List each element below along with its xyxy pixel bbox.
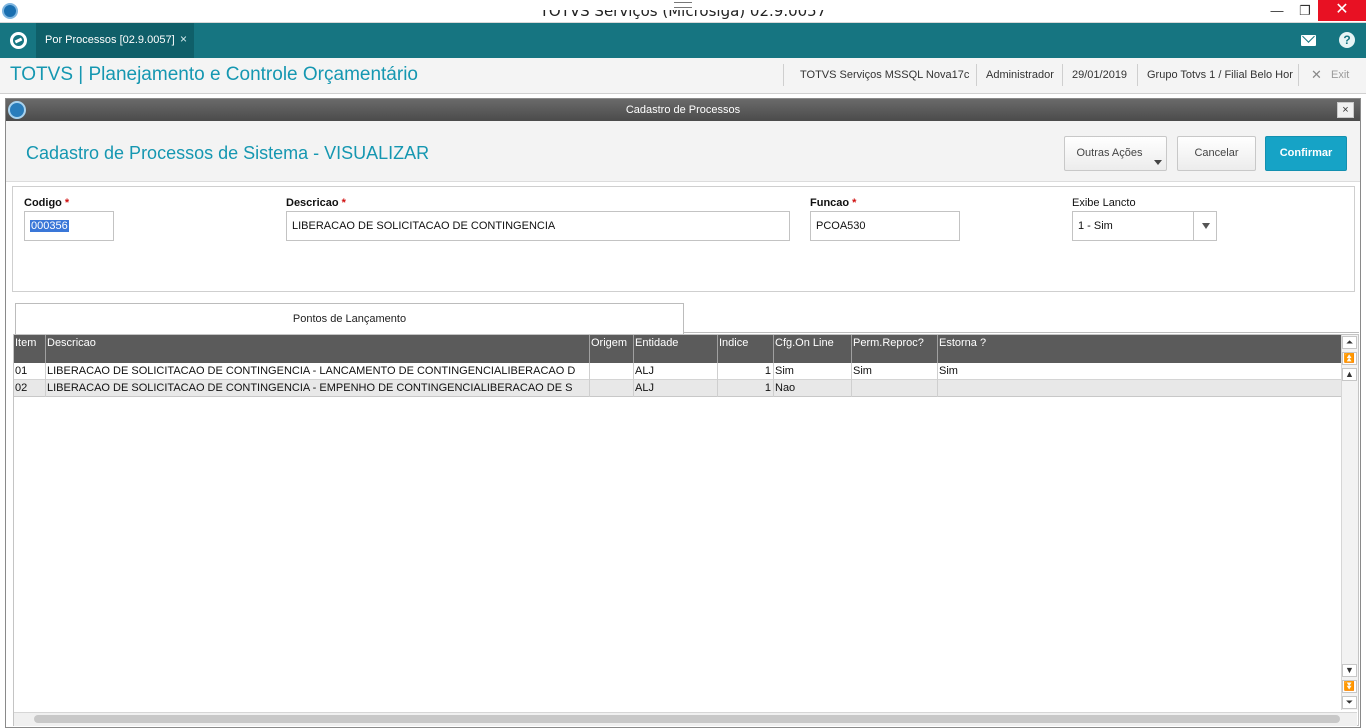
column-header-perm-reproc[interactable]: Perm.Reproc? <box>852 335 937 363</box>
tab-pontos-de-lancamento[interactable]: Pontos de Lançamento <box>15 303 684 334</box>
totvs-logo-icon <box>10 32 27 49</box>
cell-perm-reproc <box>852 380 937 397</box>
app-icon <box>2 3 18 19</box>
funcao-label: Funcao * <box>810 197 857 209</box>
descricao-field[interactable]: LIBERACAO DE SOLICITACAO DE CONTINGENCIA <box>286 211 790 241</box>
column-divider <box>773 335 774 363</box>
cell-estorna: Sim <box>939 365 958 377</box>
mail-icon[interactable] <box>1301 35 1316 46</box>
cell-item: 02 <box>15 382 28 394</box>
scroll-up-icon[interactable]: ▲ <box>1342 368 1357 381</box>
environment-label: TOTVS Serviços MSSQL Nova17c <box>800 69 970 81</box>
divider <box>1137 64 1138 86</box>
home-button[interactable] <box>0 23 36 58</box>
cell-divider <box>717 363 718 397</box>
descricao-label: Descricao * <box>286 197 346 209</box>
divider <box>1298 64 1299 86</box>
codigo-label: Codigo * <box>24 197 70 209</box>
cell-descricao: LIBERACAO DE SOLICITACAO DE CONTINGENCIA… <box>47 365 576 377</box>
column-header-descricao[interactable]: Descricao <box>46 335 589 363</box>
column-header-estorna[interactable]: Estorna ? <box>938 335 1340 363</box>
cell-divider <box>633 363 634 397</box>
cell-perm-reproc: Sim <box>853 365 872 377</box>
help-icon[interactable]: ? <box>1339 32 1355 48</box>
divider <box>783 64 784 86</box>
exit-button[interactable]: Exit <box>1331 58 1349 92</box>
cell-divider <box>589 363 590 397</box>
cell-item: 01 <box>15 365 28 377</box>
user-label: Administrador <box>986 69 1054 81</box>
cell-estorna <box>938 380 1340 397</box>
scroll-down-icon[interactable]: ▼ <box>1342 664 1357 677</box>
column-header-cfg-on-line[interactable]: Cfg.On Line <box>774 335 851 363</box>
cell-divider <box>851 363 852 397</box>
dialog-title: Cadastro de Processos <box>625 104 741 116</box>
exit-icon[interactable]: ✕ <box>1311 58 1322 91</box>
column-divider <box>937 335 938 363</box>
column-header-indice[interactable]: Indice <box>718 335 773 363</box>
tab-close-icon[interactable]: × <box>180 23 187 56</box>
chevron-down-icon <box>1202 223 1210 229</box>
cell-indice: 1 <box>764 382 771 394</box>
cell-cfg-on-line: Sim <box>775 365 794 377</box>
scroll-page-down-icon[interactable]: ⏬ <box>1342 680 1357 693</box>
close-window-button[interactable]: ✕ <box>1318 0 1366 21</box>
drag-grip-icon[interactable] <box>674 2 692 8</box>
funcao-field[interactable]: PCOA530 <box>810 211 960 241</box>
cell-entidade: ALJ <box>635 365 654 377</box>
cell-divider <box>45 363 46 397</box>
dialog-close-button[interactable]: × <box>1337 102 1354 118</box>
column-divider <box>717 335 718 363</box>
scroll-bottom-icon[interactable]: ⏷ <box>1342 696 1357 709</box>
cell-cfg-on-line: Nao <box>775 382 796 394</box>
confirm-button[interactable]: Confirmar <box>1265 136 1347 171</box>
tab-por-processos[interactable]: Por Processos [02.9.0057] <box>36 23 194 58</box>
cancel-button[interactable]: Cancelar <box>1177 136 1256 171</box>
divider <box>1062 64 1063 86</box>
chevron-down-icon <box>1154 160 1162 165</box>
column-divider <box>589 335 590 363</box>
scroll-page-up-icon[interactable]: ⏫ <box>1342 352 1357 365</box>
column-divider <box>45 335 46 363</box>
maximize-button[interactable]: ❐ <box>1290 0 1320 21</box>
horizontal-scroll-thumb[interactable] <box>34 715 1340 723</box>
divider <box>976 64 977 86</box>
cell-descricao: LIBERACAO DE SOLICITACAO DE CONTINGENCIA… <box>47 382 573 394</box>
date-label: 29/01/2019 <box>1072 69 1128 81</box>
cell-entidade: ALJ <box>635 382 654 394</box>
branch-label: Grupo Totvs 1 / Filial Belo Hor <box>1147 69 1293 81</box>
column-header-item[interactable]: Item <box>14 335 45 363</box>
tab-baseline <box>684 332 1359 333</box>
more-actions-button[interactable]: Outras Ações <box>1064 136 1167 171</box>
column-header-entidade[interactable]: Entidade <box>634 335 717 363</box>
dialog-app-icon <box>8 101 26 119</box>
codigo-field[interactable]: 000356 <box>24 211 114 241</box>
exibe-lancto-label: Exibe Lancto <box>1072 197 1136 209</box>
cell-origem <box>590 380 633 397</box>
app-title: TOTVS | Planejamento e Controle Orçament… <box>10 64 418 85</box>
column-divider <box>633 335 634 363</box>
page-title: Cadastro de Processos de Sistema - VISUA… <box>26 143 430 163</box>
cell-origem <box>590 363 633 380</box>
cell-divider <box>937 363 938 397</box>
column-header-origem[interactable]: Origem <box>590 335 633 363</box>
minimize-button[interactable]: — <box>1262 0 1292 21</box>
vertical-scrollbar[interactable] <box>1341 335 1358 710</box>
cell-divider <box>773 363 774 397</box>
cell-indice: 1 <box>764 365 771 377</box>
app-tabbar <box>0 23 1366 58</box>
column-divider <box>851 335 852 363</box>
scroll-top-icon[interactable]: ⏶ <box>1342 336 1357 349</box>
